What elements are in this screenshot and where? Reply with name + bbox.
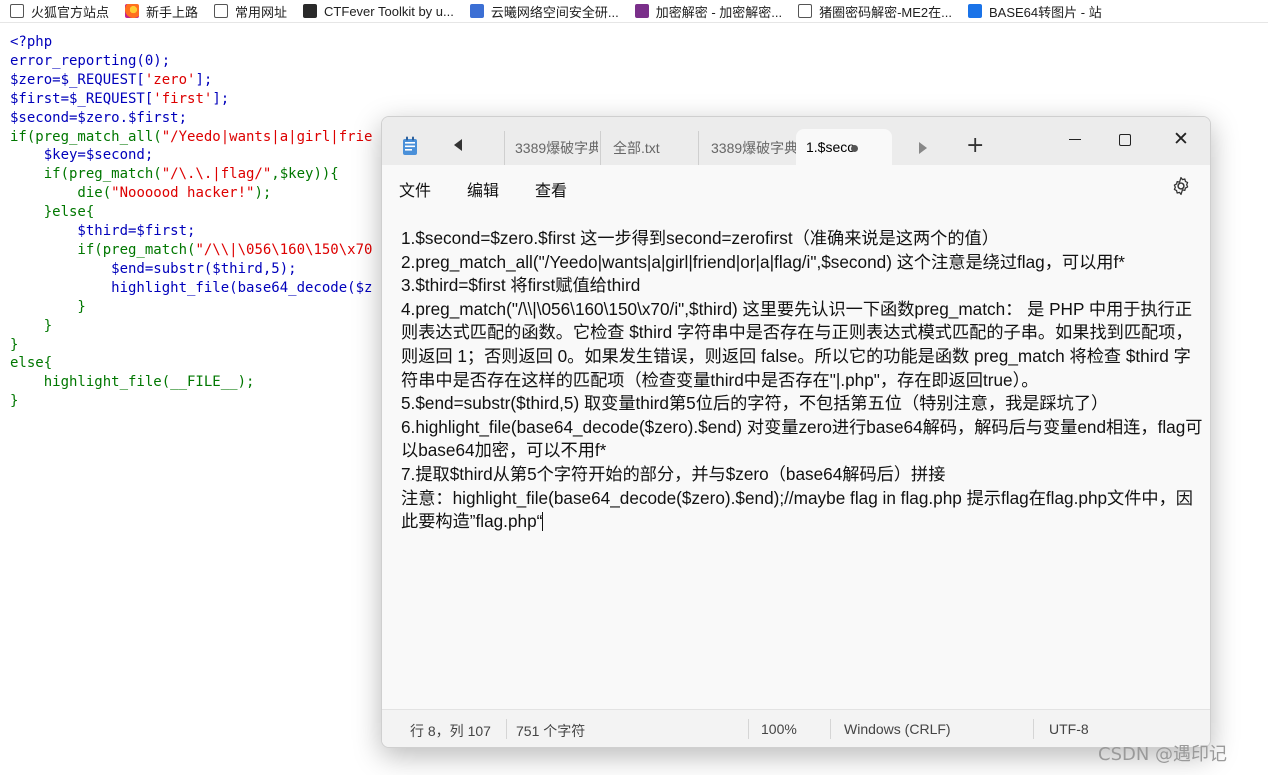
code-line: } xyxy=(10,393,19,410)
status-bar: 行 8，列 107 751 个字符 100% Windows (CRLF) UT… xyxy=(382,709,1210,747)
code-line: if(preg_match("/\.\.|flag/",$key)){ xyxy=(10,166,339,183)
line-ending: Windows (CRLF) xyxy=(844,721,951,737)
text-line-last: 注意：highlight_file(base64_decode($zero).$… xyxy=(401,487,1193,532)
bookmark-label: 火狐官方站点 xyxy=(31,4,110,20)
bookmark-item[interactable]: 火狐官方站点 xyxy=(0,0,115,22)
bookmark-label: 常用网址 xyxy=(235,4,288,20)
text-line: 1.$second=$zero.$first 这一步得到second=zerof… xyxy=(401,228,999,248)
minimize-button[interactable] xyxy=(1052,123,1098,155)
code-line: error_reporting(0); xyxy=(10,52,171,69)
new-tab-plus-icon[interactable]: + xyxy=(966,133,984,158)
tab-3389-dict-1[interactable]: 3389爆破字典 xyxy=(504,131,598,165)
zoom-level: 100% xyxy=(761,721,797,737)
b64-icon xyxy=(968,4,982,18)
page-icon xyxy=(214,4,229,18)
maximize-icon xyxy=(1119,133,1131,146)
bookmark-label: BASE64转图片 - 站 xyxy=(989,4,1102,20)
bookmark-label: CTFever Toolkit by u... xyxy=(324,3,454,19)
bookmarks-bar: 火狐官方站点 新手上路 常用网址 CTFever Toolkit by u...… xyxy=(0,0,1268,23)
text-line: 3.$third=$first 将first赋值给third xyxy=(401,275,641,296)
csdn-watermark: CSDN @遇印记 xyxy=(1098,744,1228,765)
scroll-tabs-left-icon[interactable] xyxy=(454,139,462,151)
code-line: die("Noooood hacker!"); xyxy=(10,185,272,202)
bookmark-label: 云曦网络空间安全研... xyxy=(490,4,619,20)
status-divider xyxy=(748,719,749,739)
tab-3389-dict-2[interactable]: 3389爆破字典 xyxy=(698,131,796,165)
bookmark-item[interactable]: 加密解密 - 加密解密... xyxy=(625,0,788,22)
code-line: if(preg_match("/\\|\056\160\150\x70 xyxy=(10,241,373,258)
menu-file[interactable]: 文件 xyxy=(399,177,431,201)
bookmark-item[interactable]: 新手上路 xyxy=(115,0,204,22)
status-divider xyxy=(830,719,831,739)
status-divider xyxy=(506,719,507,739)
code-line: $second=$zero.$first; xyxy=(10,109,188,126)
unsaved-dot-icon[interactable] xyxy=(851,145,858,152)
code-line: } xyxy=(10,298,86,315)
close-button[interactable]: ✕ xyxy=(1158,123,1204,155)
bookmark-item[interactable]: 常用网址 xyxy=(204,0,293,22)
firefox-icon xyxy=(125,4,140,18)
cloud-icon xyxy=(469,4,484,18)
page-icon xyxy=(10,4,24,18)
char-count: 751 个字符 xyxy=(516,723,586,739)
scroll-tabs-right-icon[interactable] xyxy=(919,142,927,154)
text-line: 2.preg_match_all("/Yeedo|wants|a|girl|fr… xyxy=(401,251,1125,272)
tab-active-label: 1.$second xyxy=(806,139,854,155)
lock-icon xyxy=(634,4,649,18)
ctf-icon xyxy=(303,4,318,18)
text-editor[interactable]: 1.$second=$zero.$first 这一步得到second=zerof… xyxy=(382,209,1210,707)
code-line: } xyxy=(10,317,53,334)
close-icon: ✕ xyxy=(1173,128,1189,150)
text-line: 7.提取$third从第5个字符开始的部分，并与$zero（base64解码后）… xyxy=(401,463,946,484)
code-line: <?php xyxy=(10,34,53,50)
status-divider xyxy=(1033,719,1034,739)
bookmark-item[interactable]: 云曦网络空间安全研... xyxy=(460,0,625,22)
document-text[interactable]: 1.$second=$zero.$first 这一步得到second=zerof… xyxy=(401,227,1207,534)
code-line: highlight_file(__FILE__); xyxy=(10,374,255,391)
text-line: 4.preg_match("/\\|\056\160\150\x70/i",$t… xyxy=(401,298,1193,390)
code-line: } xyxy=(10,336,19,353)
code-line: $first=$_REQUEST['first']; xyxy=(10,90,230,107)
code-line: $end=substr($third,5); xyxy=(10,260,297,277)
tab-all-txt[interactable]: 全部.txt xyxy=(600,131,696,165)
minimize-icon xyxy=(1069,139,1081,140)
menu-bar: 文件 编辑 查看 xyxy=(382,165,1210,209)
maximize-button[interactable] xyxy=(1102,123,1148,155)
tab-active[interactable]: 1.$second xyxy=(796,129,892,165)
code-line: $key=$second; xyxy=(10,147,154,164)
bookmark-item[interactable]: 猪圈密码解密-ME2在... xyxy=(788,0,958,22)
code-line: $zero=$_REQUEST['zero']; xyxy=(10,71,213,88)
menu-view[interactable]: 查看 xyxy=(535,177,567,201)
code-line: if(preg_match_all("/Yeedo|wants|a|girl|f… xyxy=(10,128,373,145)
bookmark-label: 新手上路 xyxy=(146,4,199,20)
cursor-position: 行 8，列 107 xyxy=(410,723,491,739)
bookmark-item[interactable]: BASE64转图片 - 站 xyxy=(958,0,1108,22)
title-bar[interactable]: 3389爆破字典 全部.txt 3389爆破字典 1.$second + ✕ xyxy=(382,117,1210,165)
code-line: }else{ xyxy=(10,204,95,221)
encoding: UTF-8 xyxy=(1049,721,1089,737)
menu-edit[interactable]: 编辑 xyxy=(467,177,499,201)
pig-icon xyxy=(798,4,813,18)
code-line: $third=$first; xyxy=(10,223,196,240)
text-line: 6.highlight_file(base64_decode($zero).$e… xyxy=(401,416,1203,461)
text-caret xyxy=(542,512,544,532)
gear-icon[interactable] xyxy=(1170,175,1192,197)
php-source-code: <?php error_reporting(0); $zero=$_REQUES… xyxy=(10,33,372,411)
bookmark-label: 加密解密 - 加密解密... xyxy=(655,4,783,20)
notepad-app-icon xyxy=(403,136,417,155)
code-line: else{ xyxy=(10,355,53,372)
notepad-window: 3389爆破字典 全部.txt 3389爆破字典 1.$second + ✕ 文… xyxy=(381,116,1211,748)
code-line: highlight_file(base64_decode($z xyxy=(10,279,373,296)
bookmark-label: 猪圈密码解密-ME2在... xyxy=(819,4,952,20)
text-line: 5.$end=substr($third,5) 取变量third第5位后的字符，… xyxy=(401,393,1109,414)
bookmark-item[interactable]: CTFever Toolkit by u... xyxy=(293,0,460,22)
